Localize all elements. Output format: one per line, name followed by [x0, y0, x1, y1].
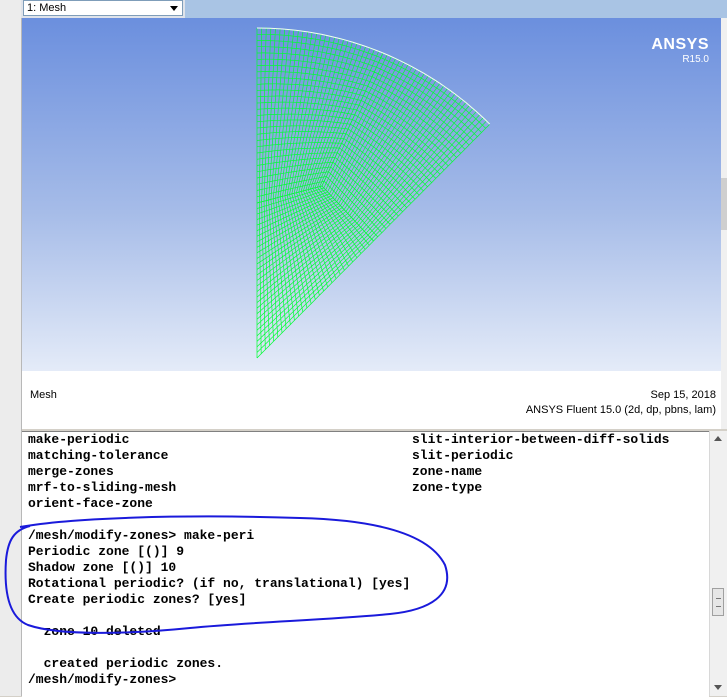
graphics-footer: Mesh Sep 15, 2018 ANSYS Fluent 15.0 (2d,… [22, 371, 721, 429]
console-line: orient-face-zone [28, 496, 153, 511]
toolbar-background [185, 0, 727, 18]
console-line: Create periodic zones? [yes] [28, 592, 247, 607]
display-window-select-value: 1: Mesh [27, 2, 67, 14]
console-line: Shadow zone [()] 10 [28, 560, 177, 575]
console-line: Periodic zone [()] 9 [28, 544, 185, 559]
console-scroll-thumb[interactable] [712, 588, 724, 616]
console-line-right: zone-type [412, 480, 483, 495]
console-line: matching-tolerance [28, 448, 169, 463]
console-line: /mesh/modify-zones> make-peri [28, 528, 255, 543]
console-line: merge-zones [28, 464, 114, 479]
mesh-block [256, 27, 384, 204]
console-line-right: slit-interior-between-diff-solids [412, 432, 670, 447]
viewport-scrollbar[interactable] [721, 18, 727, 429]
graphics-viewport[interactable]: ANSYS R15.0 [22, 18, 721, 371]
display-window-select[interactable]: 1: Mesh [23, 0, 183, 16]
logo-version: R15.0 [682, 54, 709, 65]
left-panel-strip [0, 0, 22, 696]
logo-brand: ANSYS [651, 36, 709, 53]
console-line-right: slit-periodic [412, 448, 514, 463]
viewport-scroll-thumb[interactable] [721, 178, 727, 230]
console-line-right: zone-name [412, 464, 483, 479]
console-output[interactable]: make-periodic matching-tolerance merge-z… [22, 431, 709, 697]
mesh-display [256, 27, 491, 359]
console-line: Rotational periodic? (if no, translation… [28, 576, 411, 591]
scroll-up-arrow-icon[interactable] [714, 436, 722, 441]
console-line: /mesh/modify-zones> [28, 672, 177, 687]
console-line: mrf-to-sliding-mesh [28, 480, 177, 495]
console-line: zone 10 deleted [28, 624, 161, 639]
console-line: created periodic zones. [28, 656, 224, 671]
console-scrollbar[interactable] [709, 431, 727, 696]
footer-date: Sep 15, 2018 [650, 389, 716, 401]
footer-title: Mesh [30, 389, 57, 401]
ansys-logo: ANSYS R15.0 [651, 36, 709, 65]
footer-product: ANSYS Fluent 15.0 (2d, dp, pbns, lam) [525, 404, 716, 416]
chevron-down-icon[interactable] [170, 6, 178, 11]
scroll-down-arrow-icon[interactable] [714, 685, 722, 690]
console-line: make-periodic [28, 432, 130, 447]
